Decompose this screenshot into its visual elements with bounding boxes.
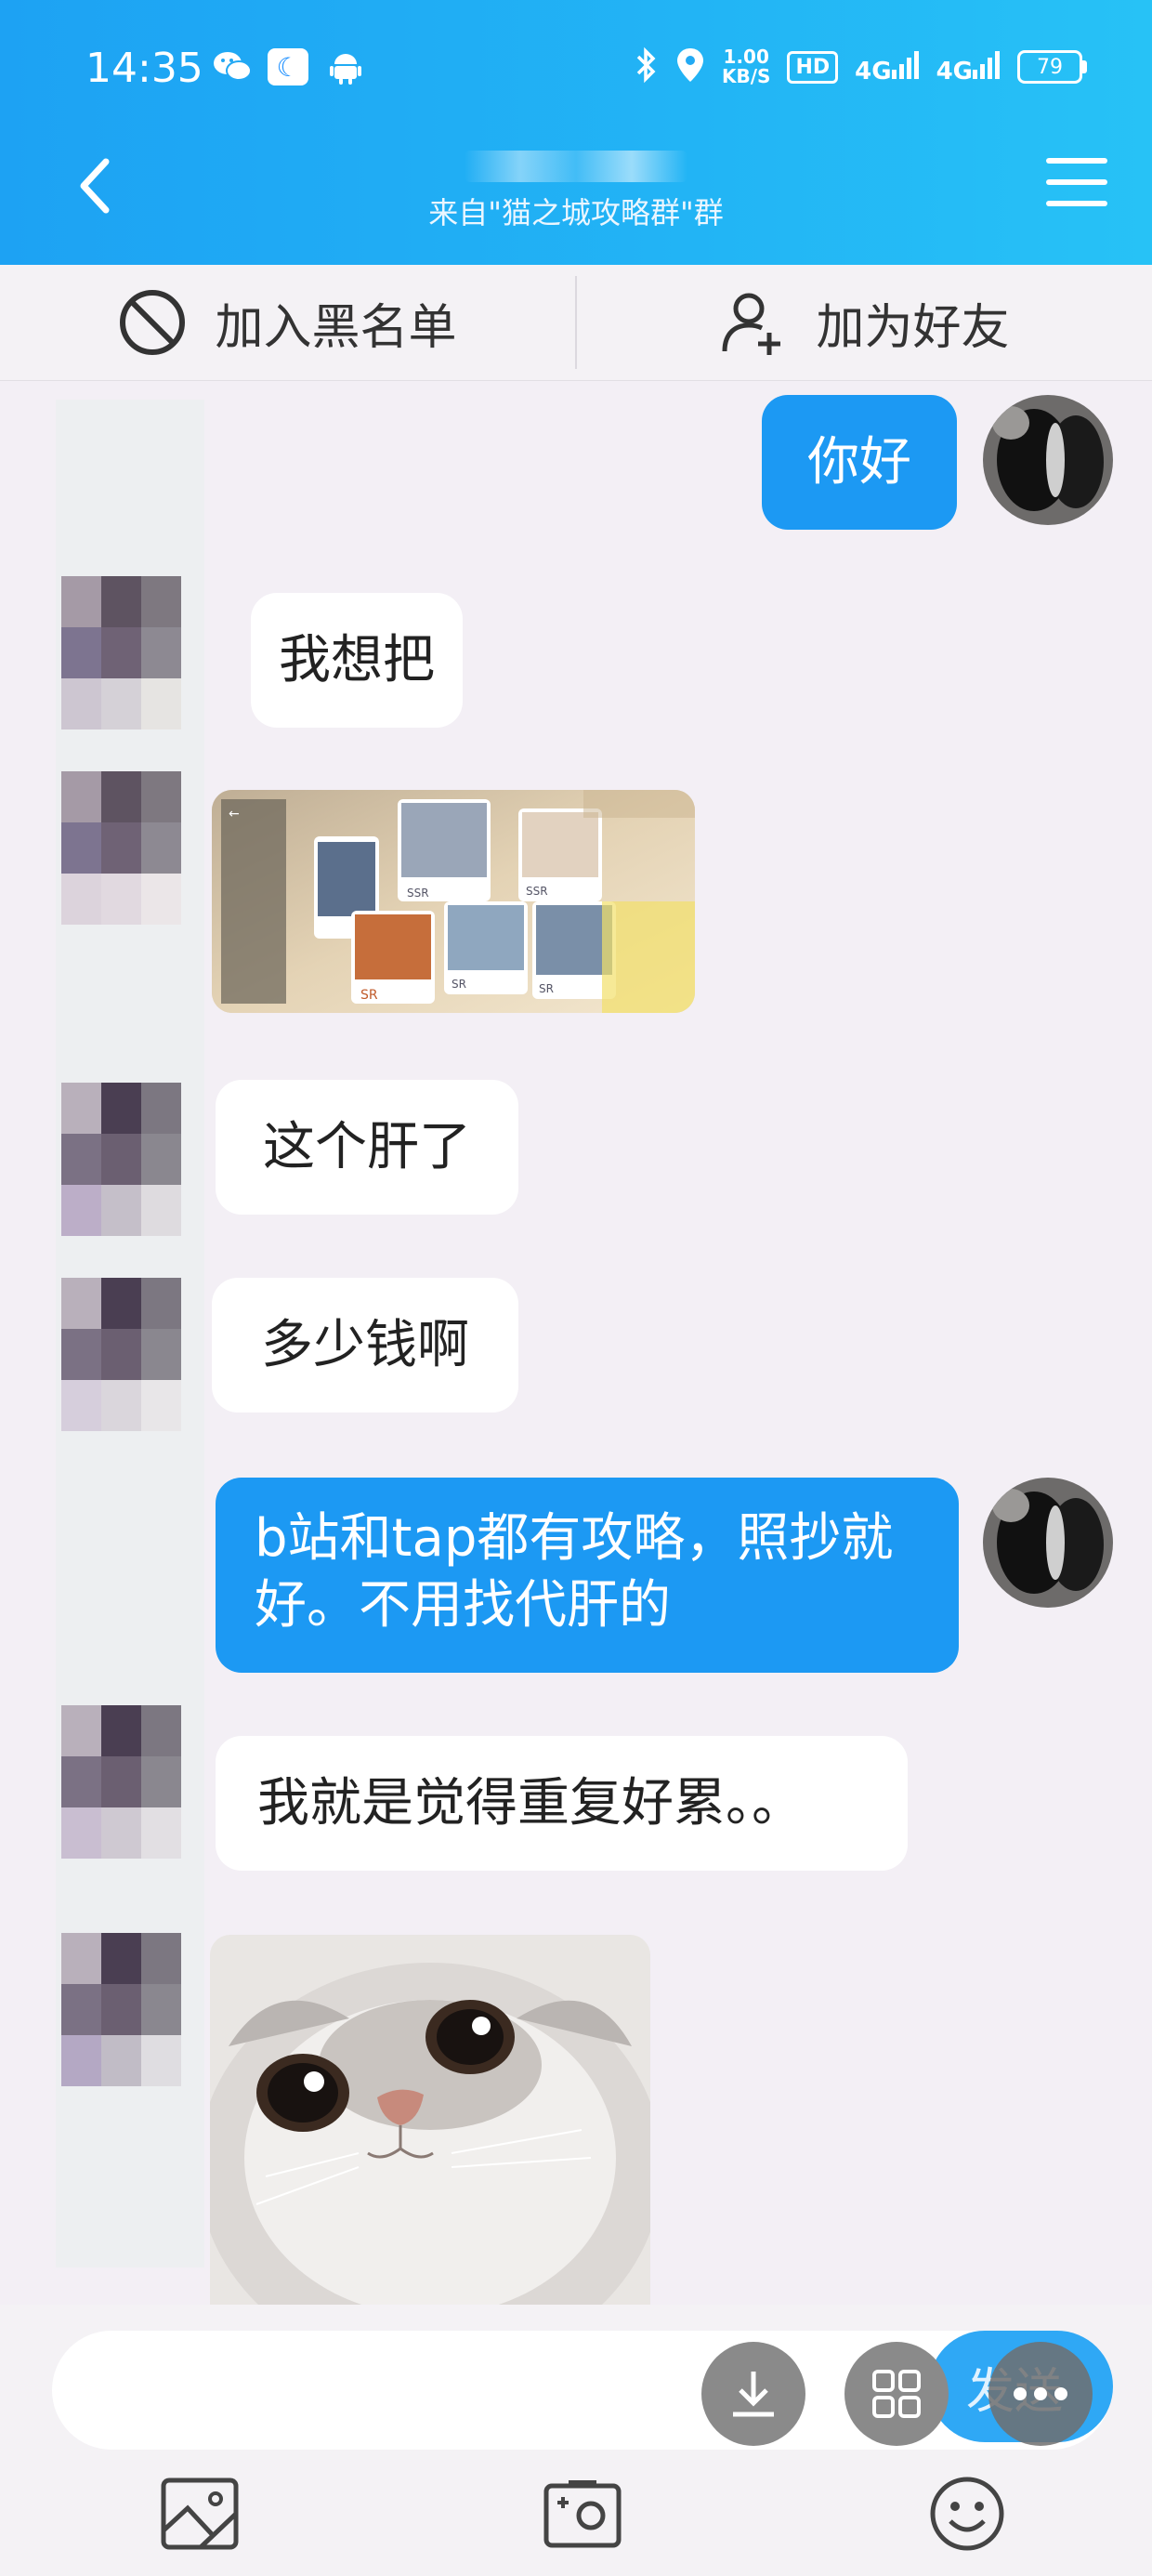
my-avatar[interactable]	[983, 1478, 1113, 1608]
contact-name-blurred	[465, 139, 687, 184]
contact-avatar[interactable]	[61, 1933, 182, 2086]
chat-header: 14:35 ☾ 1.00 KB/S HD 4G 4G 79 来自"猫之城攻略群"…	[0, 0, 1152, 265]
signal-4g-2: 4G	[936, 50, 1001, 84]
card-rarity-label: SSR	[407, 887, 429, 900]
status-right-group: 1.00 KB/S HD 4G 4G 79	[635, 43, 1087, 91]
status-time: 14:35	[85, 45, 203, 92]
camera-button[interactable]	[541, 2472, 624, 2556]
message-bubble-received[interactable]: 我想把	[251, 593, 463, 728]
menu-button[interactable]	[1046, 158, 1107, 210]
blacklist-button[interactable]: 加入黑名单	[0, 265, 575, 380]
battery-indicator: 79	[1017, 50, 1087, 84]
hd-badge: HD	[787, 50, 839, 84]
add-friend-label: 加为好友	[816, 299, 1010, 356]
card-rarity-label: SSR	[526, 885, 548, 898]
add-user-icon	[722, 293, 781, 355]
card-rarity-label: SR	[360, 988, 378, 1003]
my-avatar[interactable]	[983, 395, 1113, 525]
message-bubble-received[interactable]: 多少钱啊	[212, 1278, 518, 1413]
bluetooth-icon	[635, 46, 659, 87]
svg-text:←: ←	[229, 807, 240, 821]
image-icon	[161, 2477, 239, 2550]
contact-avatar[interactable]	[61, 576, 182, 729]
apps-button[interactable]	[844, 2342, 949, 2446]
more-button[interactable]	[988, 2342, 1093, 2446]
camera-icon	[543, 2480, 622, 2548]
message-bubble-sent[interactable]: b站和tap都有攻略，照抄就好。不用找代肝的	[216, 1478, 959, 1673]
add-friend-button[interactable]: 加为好友	[577, 265, 1152, 380]
contact-avatar[interactable]	[61, 1705, 182, 1859]
emoji-button[interactable]	[925, 2472, 1009, 2556]
grid-icon	[872, 2370, 921, 2418]
android-icon	[327, 48, 364, 85]
gallery-button[interactable]	[158, 2472, 242, 2556]
download-button[interactable]	[701, 2342, 805, 2446]
image-message-cat[interactable]	[210, 1935, 650, 2305]
smile-icon	[930, 2477, 1004, 2551]
chat-title: 来自"猫之城攻略群"群	[279, 139, 873, 232]
input-bar: 发送	[0, 2305, 1152, 2576]
card-rarity-label: SR	[539, 982, 554, 995]
contact-avatar[interactable]	[61, 771, 182, 925]
wechat-icon	[212, 48, 253, 85]
more-dots-icon	[1014, 2387, 1067, 2400]
chat-subtitle: 来自"猫之城攻略群"群	[428, 195, 724, 230]
location-icon	[675, 46, 705, 87]
blacklist-label: 加入黑名单	[215, 299, 457, 356]
status-bar: 14:35 ☾ 1.00 KB/S HD 4G 4G 79	[0, 0, 1152, 139]
message-bubble-received[interactable]: 这个肝了	[216, 1080, 518, 1215]
back-button[interactable]	[67, 149, 123, 223]
image-message-game[interactable]: ← SR SSR SR SSR SR	[212, 790, 695, 1013]
card-rarity-label: SR	[452, 978, 466, 991]
network-speed: 1.00 KB/S	[721, 46, 771, 87]
contact-avatar[interactable]	[61, 1083, 182, 1236]
block-icon	[120, 290, 186, 355]
message-bubble-received[interactable]: 我就是觉得重复好累。。	[216, 1736, 908, 1871]
moon-icon: ☾	[268, 48, 308, 85]
message-list[interactable]: 你好 我想把 ← SR SSR SR SSR SR 这个肝了 多少钱啊 b站和t…	[0, 381, 1152, 2305]
message-bubble-sent[interactable]: 你好	[762, 395, 957, 530]
signal-4g-1: 4G	[855, 50, 919, 84]
download-icon	[733, 2372, 774, 2417]
action-bar: 加入黑名单 加为好友	[0, 265, 1152, 381]
contact-avatar[interactable]	[61, 1278, 182, 1431]
